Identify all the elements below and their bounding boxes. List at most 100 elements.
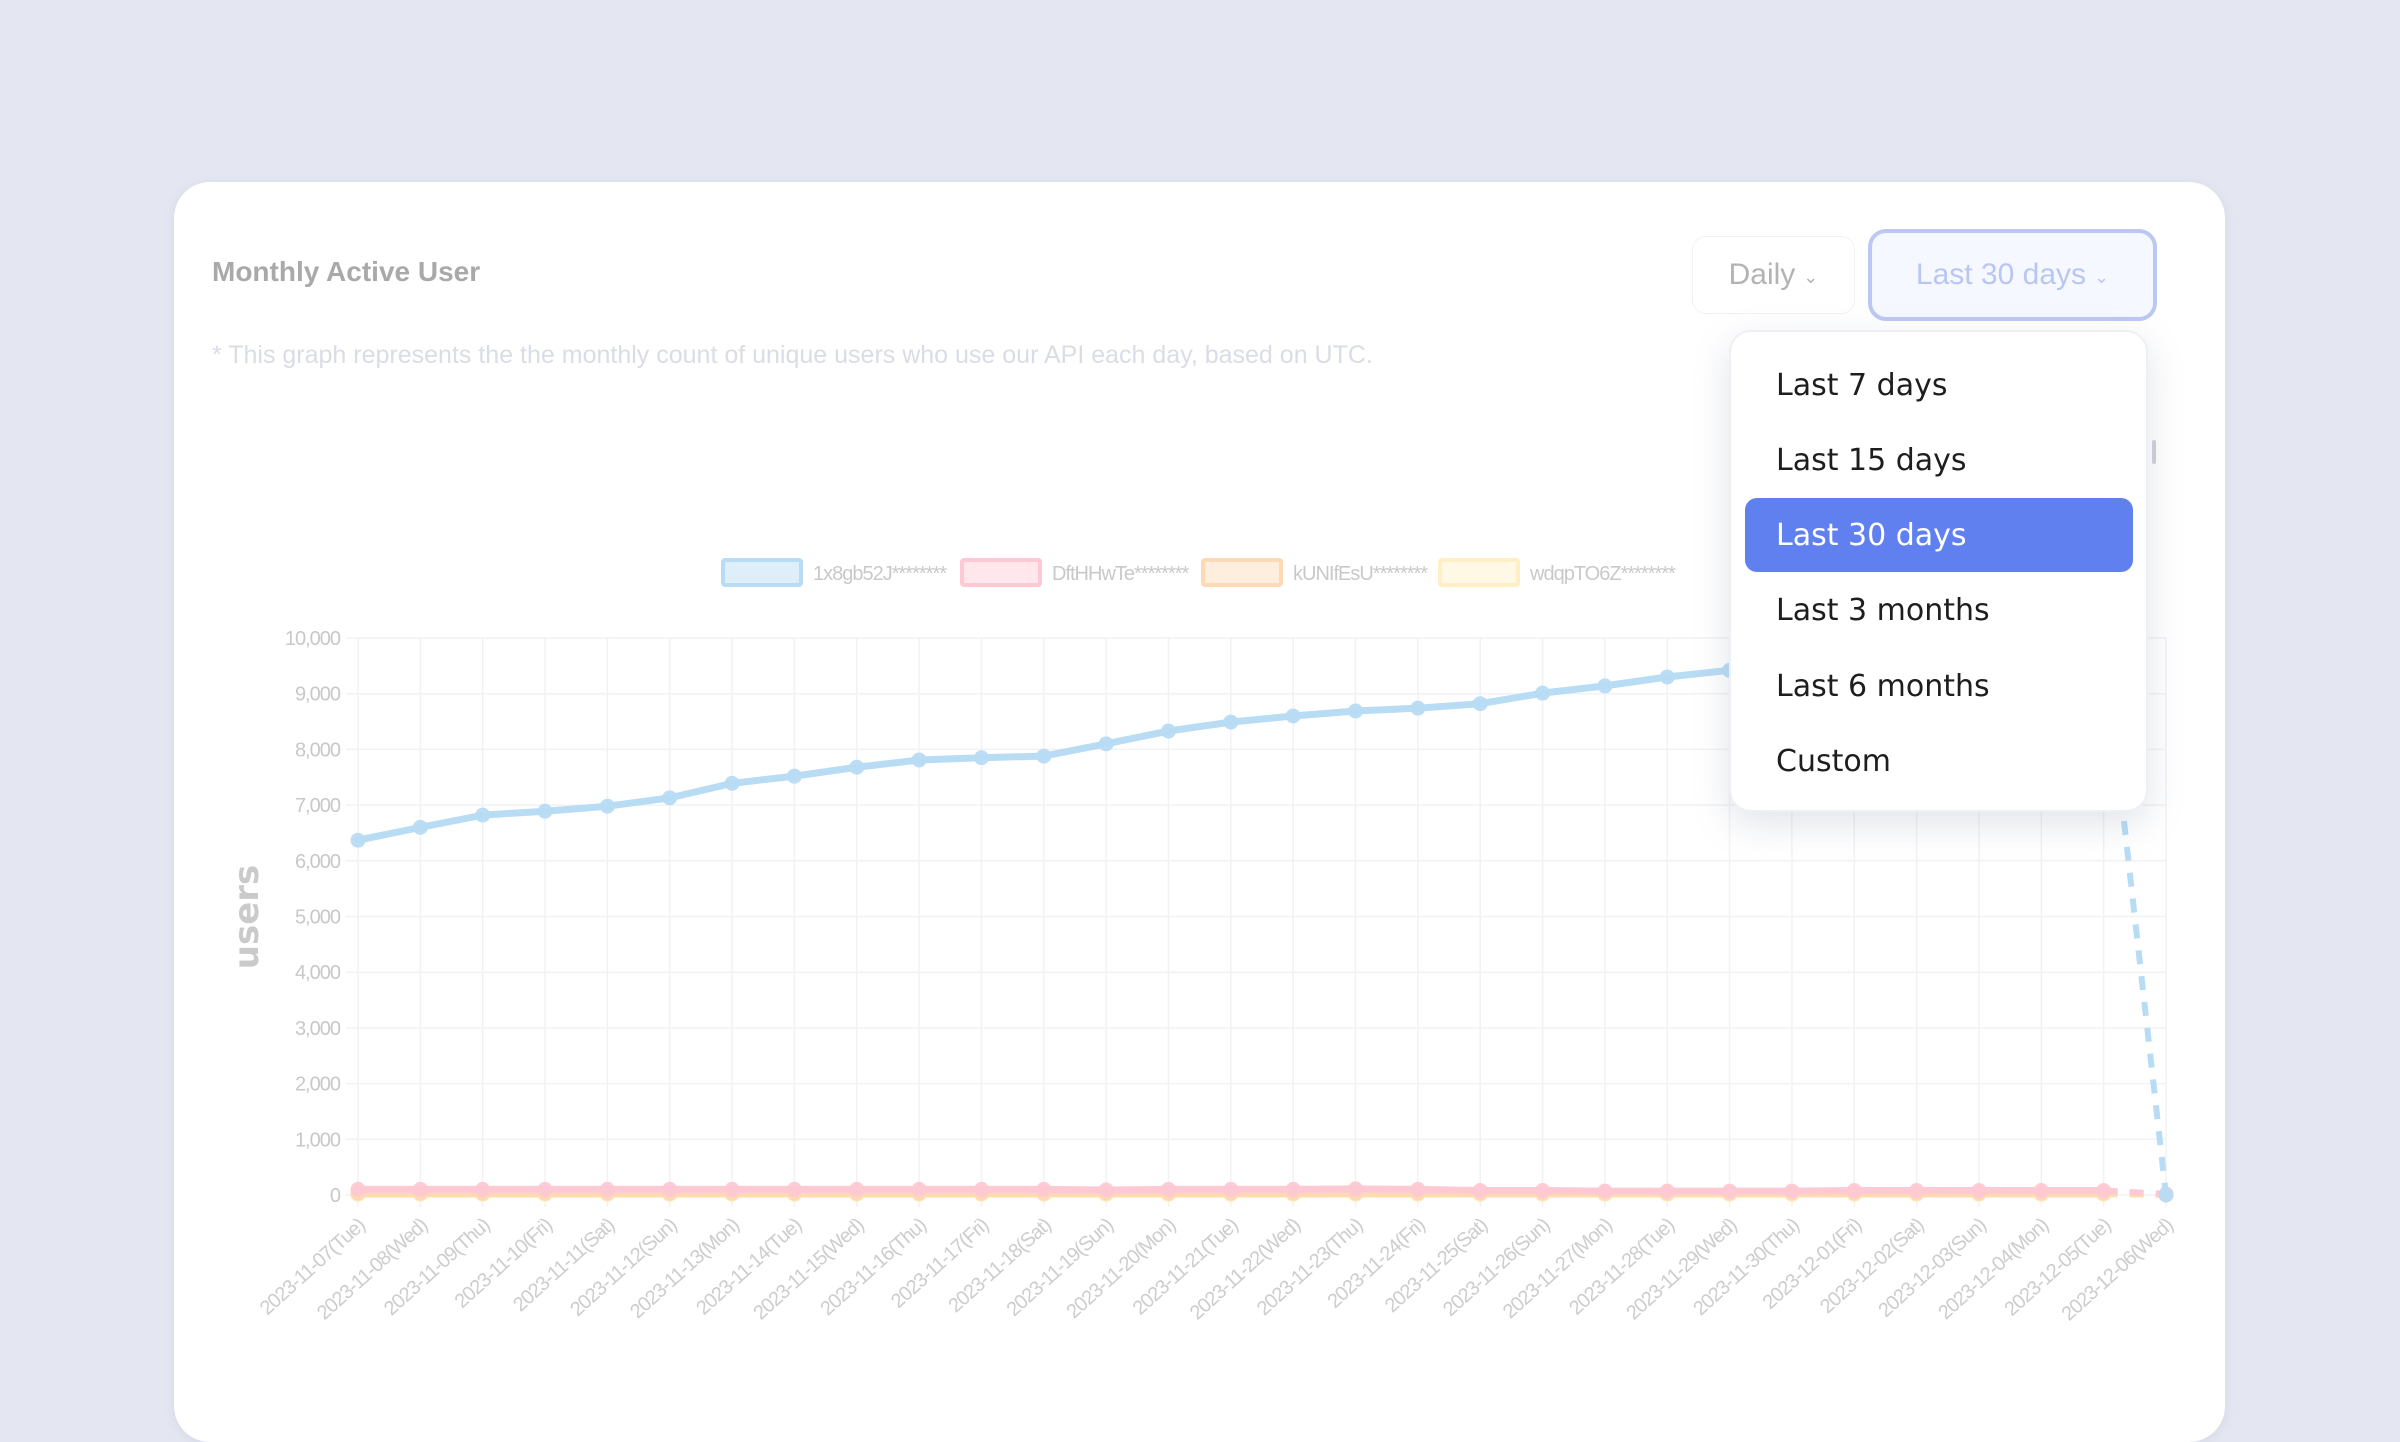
data-point (1285, 708, 1301, 724)
x-tick-label: 2023-11-26(Sun) (1439, 1214, 1554, 1321)
y-tick-label: 1,000 (295, 1129, 341, 1151)
data-point (1410, 1181, 1426, 1197)
data-point (1223, 1181, 1239, 1197)
y-tick-label: 0 (330, 1185, 341, 1207)
data-point (1036, 1181, 1052, 1197)
x-tick-label: 2023-11-15(Wed) (749, 1214, 868, 1324)
data-point (662, 790, 678, 806)
data-point (724, 1181, 740, 1197)
data-point (911, 752, 927, 768)
data-point (1659, 669, 1675, 685)
data-point (1160, 1181, 1176, 1197)
data-point (1971, 1183, 1987, 1199)
data-point (1659, 1183, 1675, 1199)
legend-swatch (721, 558, 803, 587)
data-point (1784, 1183, 1800, 1199)
x-tick-label: 2023-11-20(Mon) (1063, 1214, 1181, 1323)
y-tick-label: 2,000 (295, 1074, 341, 1096)
x-tick-label: 2023-11-22(Wed) (1186, 1214, 1305, 1324)
data-point (1909, 1183, 1925, 1199)
dropdown-item-last-6-months[interactable]: Last 6 months (1745, 649, 2133, 723)
data-point (412, 819, 428, 835)
y-tick-label: 10,000 (285, 628, 341, 650)
data-point (2096, 1183, 2112, 1199)
data-point (1597, 678, 1613, 694)
data-point (786, 1181, 802, 1197)
data-point (1535, 1183, 1551, 1199)
x-tick-label: 2023-11-16(Thu) (816, 1214, 930, 1320)
data-point (1098, 736, 1114, 752)
data-point (475, 807, 491, 823)
dropdown-item-last-15-days[interactable]: Last 15 days (1745, 423, 2133, 497)
range-select-button[interactable]: Last 30 days ⌄ (1868, 229, 2157, 321)
x-tick-label: 2023-11-27(Mon) (1499, 1214, 1617, 1323)
x-axis-ticks: 2023-11-07(Tue)2023-11-08(Wed)2023-11-09… (256, 1214, 2178, 1325)
x-tick-label: 2023-12-06(Wed) (2058, 1214, 2178, 1325)
x-tick-label: 2023-11-28(Tue) (1565, 1214, 1679, 1319)
legend-swatch (1201, 558, 1283, 587)
data-point (973, 1181, 989, 1197)
data-point (911, 1181, 927, 1197)
data-point (1846, 1183, 1862, 1199)
y-axis-label: users (227, 865, 267, 970)
dropdown-item-last-3-months[interactable]: Last 3 months (1745, 573, 2133, 647)
dropdown-scrollbar[interactable] (2152, 440, 2156, 464)
y-tick-label: 3,000 (295, 1018, 341, 1040)
data-point (1472, 696, 1488, 712)
x-tick-label: 2023-12-05(Tue) (2000, 1214, 2115, 1320)
x-tick-label: 2023-11-12(Sun) (566, 1214, 681, 1321)
legend-label: 1x8gb52J******** (813, 563, 947, 585)
data-point (973, 750, 989, 766)
data-point (599, 1181, 615, 1197)
data-point (1472, 1183, 1488, 1199)
y-tick-label: 8,000 (295, 739, 341, 761)
data-point (1160, 723, 1176, 739)
interval-select-label: Daily (1728, 258, 1796, 291)
legend-swatch (1438, 558, 1520, 587)
x-tick-label: 2023-12-03(Sun) (1874, 1214, 1990, 1322)
chart-legend: 1x8gb52J******** DftHHwTe******** kUNIfEsU… (721, 558, 1677, 587)
legend-item: DftHHwTe******** (960, 558, 1190, 587)
y-tick-label: 9,000 (295, 684, 341, 706)
dropdown-item-last-30-days[interactable]: Last 30 days (1745, 498, 2133, 572)
data-point (1535, 685, 1551, 701)
x-tick-label: 2023-11-21(Tue) (1129, 1214, 1243, 1319)
data-point (1036, 748, 1052, 764)
range-select-label: Last 30 days (1915, 258, 2087, 291)
range-dropdown-menu: Last 7 days Last 15 days Last 30 days La… (1729, 330, 2148, 812)
legend-label: wdqpTO6Z******** (1529, 563, 1676, 585)
data-point (412, 1181, 428, 1197)
legend-label: DftHHwTe******** (1052, 563, 1189, 585)
data-point (1722, 1183, 1738, 1199)
legend-swatch (960, 558, 1042, 587)
data-point (1223, 714, 1239, 730)
chevron-down-icon: ⌄ (2094, 266, 2110, 287)
data-point (1410, 700, 1426, 716)
data-point (849, 759, 865, 775)
x-tick-label: 2023-11-19(Sun) (1003, 1214, 1118, 1321)
y-tick-label: 4,000 (295, 962, 341, 984)
data-point (537, 803, 553, 819)
data-point (350, 1181, 366, 1197)
data-point (1098, 1182, 1114, 1198)
legend-label: kUNIfEsU******** (1293, 563, 1428, 585)
x-tick-label: 2023-11-14(Tue) (692, 1214, 806, 1319)
data-point (786, 768, 802, 784)
y-axis-ticks: 0 1,000 2,000 3,000 4,000 5,000 6,000 7,000 8,00… (285, 628, 342, 1207)
x-tick-label: 2023-11-23(Thu) (1253, 1214, 1367, 1320)
chevron-down-icon: ⌄ (1803, 266, 1819, 287)
x-tick-label: 2023-11-30(Thu) (1689, 1214, 1803, 1320)
legend-item: kUNIfEsU******** (1201, 558, 1429, 587)
x-tick-label: 2023-11-29(Wed) (1622, 1214, 1741, 1324)
y-tick-label: 6,000 (295, 851, 341, 873)
legend-item: wdqpTO6Z******** (1438, 558, 1677, 587)
interval-select-button[interactable]: Daily ⌄ (1692, 236, 1855, 314)
data-point (724, 775, 740, 791)
dropdown-item-custom[interactable]: Custom (1745, 724, 2133, 798)
data-point (599, 798, 615, 814)
y-tick-label: 7,000 (295, 795, 341, 817)
series-line-dashed (2103, 1187, 2167, 1197)
dropdown-item-last-7-days[interactable]: Last 7 days (1745, 348, 2133, 422)
data-point (1348, 1181, 1364, 1197)
data-point (1597, 1183, 1613, 1199)
